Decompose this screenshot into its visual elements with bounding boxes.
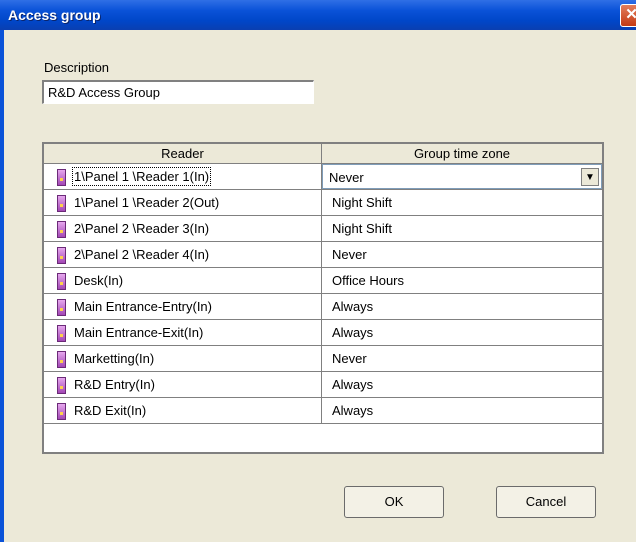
- reader-cell[interactable]: 2\Panel 2 \Reader 4(In): [44, 242, 322, 267]
- reader-name: R&D Entry(In): [74, 377, 155, 392]
- time-zone-select[interactable]: Never ▼: [322, 164, 602, 189]
- reader-name: Main Entrance-Entry(In): [74, 299, 212, 314]
- reader-icon: [57, 169, 66, 186]
- reader-icon: [57, 299, 66, 316]
- window-border: [0, 30, 4, 542]
- table-row[interactable]: Main Entrance-Exit(In) Always: [44, 320, 602, 346]
- time-zone-cell[interactable]: Never: [322, 242, 602, 267]
- description-field[interactable]: R&D Access Group: [42, 80, 314, 104]
- reader-icon: [57, 325, 66, 342]
- time-zone-value: Always: [332, 299, 374, 314]
- table-row[interactable]: R&D Exit(In) Always: [44, 398, 602, 424]
- ok-button[interactable]: OK: [344, 486, 444, 518]
- reader-name: 1\Panel 1 \Reader 1(In): [71, 167, 212, 186]
- table-row[interactable]: Desk(In) Office Hours: [44, 268, 602, 294]
- reader-grid: Reader Group time zone 1\Panel 1 \Reader…: [42, 142, 604, 454]
- table-row[interactable]: R&D Entry(In) Always: [44, 372, 602, 398]
- chevron-down-icon[interactable]: ▼: [581, 168, 599, 186]
- reader-cell[interactable]: Main Entrance-Entry(In): [44, 294, 322, 319]
- time-zone-cell[interactable]: Night Shift: [322, 216, 602, 241]
- time-zone-value: Always: [332, 377, 374, 392]
- close-icon[interactable]: ✕: [620, 4, 636, 27]
- table-row[interactable]: 2\Panel 2 \Reader 3(In) Night Shift: [44, 216, 602, 242]
- table-row[interactable]: 1\Panel 1 \Reader 2(Out) Night Shift: [44, 190, 602, 216]
- reader-name: R&D Exit(In): [74, 403, 147, 418]
- column-header-time-zone[interactable]: Group time zone: [322, 144, 602, 164]
- time-zone-cell[interactable]: Office Hours: [322, 268, 602, 293]
- window-title: Access group: [8, 7, 101, 23]
- time-zone-cell[interactable]: Always: [322, 372, 602, 397]
- time-zone-value: Always: [332, 403, 374, 418]
- reader-icon: [57, 403, 66, 420]
- reader-icon: [57, 377, 66, 394]
- reader-icon: [57, 273, 66, 290]
- reader-name: 1\Panel 1 \Reader 2(Out): [74, 195, 220, 210]
- time-zone-value: Never: [332, 351, 367, 366]
- time-zone-cell[interactable]: Never ▼: [322, 164, 602, 189]
- table-row[interactable]: Main Entrance-Entry(In) Always: [44, 294, 602, 320]
- table-row[interactable]: 1\Panel 1 \Reader 1(In) Never ▼: [44, 164, 602, 190]
- time-zone-value: Night Shift: [332, 195, 392, 210]
- reader-cell[interactable]: 2\Panel 2 \Reader 3(In): [44, 216, 322, 241]
- reader-icon: [57, 221, 66, 238]
- time-zone-value: Office Hours: [332, 273, 405, 288]
- description-label: Description: [44, 60, 110, 75]
- column-header-reader[interactable]: Reader: [44, 144, 322, 164]
- time-zone-value: Always: [332, 325, 374, 340]
- time-zone-cell[interactable]: Always: [322, 398, 602, 423]
- access-group-dialog: Access group ✕ Description R&D Access Gr…: [0, 0, 636, 542]
- reader-icon: [57, 195, 66, 212]
- reader-icon: [57, 351, 66, 368]
- time-zone-cell[interactable]: Never: [322, 346, 602, 371]
- time-zone-cell[interactable]: Night Shift: [322, 190, 602, 215]
- time-zone-value: Never: [329, 170, 364, 185]
- table-row[interactable]: Marketting(In) Never: [44, 346, 602, 372]
- reader-name: Main Entrance-Exit(In): [74, 325, 204, 340]
- reader-cell[interactable]: 1\Panel 1 \Reader 1(In): [44, 164, 322, 189]
- table-row[interactable]: 2\Panel 2 \Reader 4(In) Never: [44, 242, 602, 268]
- reader-name: Desk(In): [74, 273, 124, 288]
- reader-name: 2\Panel 2 \Reader 3(In): [74, 221, 210, 236]
- reader-cell[interactable]: R&D Exit(In): [44, 398, 322, 423]
- reader-cell[interactable]: Desk(In): [44, 268, 322, 293]
- reader-cell[interactable]: 1\Panel 1 \Reader 2(Out): [44, 190, 322, 215]
- reader-name: Marketting(In): [74, 351, 155, 366]
- reader-name: 2\Panel 2 \Reader 4(In): [74, 247, 210, 262]
- cancel-button[interactable]: Cancel: [496, 486, 596, 518]
- reader-icon: [57, 247, 66, 264]
- time-zone-value: Night Shift: [332, 221, 392, 236]
- reader-cell[interactable]: Marketting(In): [44, 346, 322, 371]
- reader-cell[interactable]: R&D Entry(In): [44, 372, 322, 397]
- reader-cell[interactable]: Main Entrance-Exit(In): [44, 320, 322, 345]
- time-zone-value: Never: [332, 247, 367, 262]
- time-zone-cell[interactable]: Always: [322, 320, 602, 345]
- title-bar[interactable]: Access group ✕: [0, 0, 636, 30]
- time-zone-cell[interactable]: Always: [322, 294, 602, 319]
